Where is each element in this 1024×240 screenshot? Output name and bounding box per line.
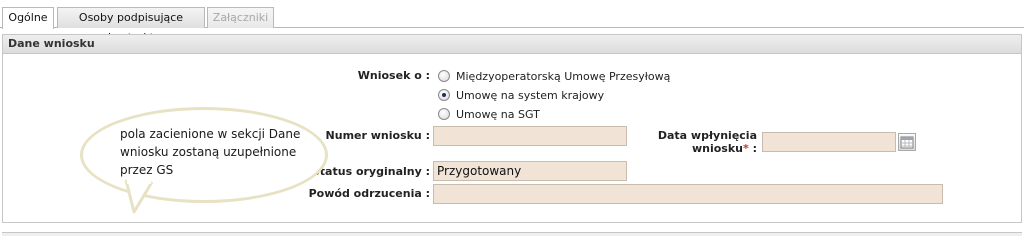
radio-option-sgt[interactable]: Umowę na SGT bbox=[438, 107, 540, 121]
tab-ogolne[interactable]: Ogólne bbox=[2, 7, 54, 29]
powod-odrzucenia-field[interactable] bbox=[433, 184, 943, 204]
data-label-line2-wrap: wniosku* : bbox=[640, 142, 757, 155]
radio-button[interactable] bbox=[438, 70, 450, 82]
radio-option-system-krajowy[interactable]: Umowę na system krajowy bbox=[438, 88, 604, 102]
status-oryginalny-field: Przygotowany bbox=[433, 161, 627, 181]
tab-zalaczniki: Załączniki bbox=[207, 7, 274, 28]
data-wplyniecia-label: Data wpłynięcia wniosku* : bbox=[640, 129, 757, 155]
radio-option-miedzyoperatorska[interactable]: Międzyoperatorską Umowę Przesyłową bbox=[438, 69, 670, 83]
calendar-icon bbox=[900, 136, 914, 149]
radio-button-checked[interactable] bbox=[438, 89, 450, 101]
data-wplyniecia-field[interactable] bbox=[762, 132, 896, 152]
radio-label: Umowę na system krajowy bbox=[456, 88, 605, 102]
radio-button[interactable] bbox=[438, 108, 450, 120]
wniosek-label: Wniosek o : bbox=[357, 69, 430, 82]
callout-text: pola zacienione w sekcji Dane wniosku zo… bbox=[120, 127, 301, 177]
callout-tail bbox=[124, 180, 154, 214]
powod-odrzucenia-label: Powód odrzucenia : bbox=[308, 187, 430, 200]
data-label-suffix: : bbox=[748, 142, 757, 155]
tab-osoby-podpisujace[interactable]: Osoby podpisujące kontrakt bbox=[57, 7, 205, 44]
radio-label: Umowę na SGT bbox=[456, 107, 540, 121]
bottom-rule bbox=[2, 232, 1022, 236]
data-label-line1: Data wpłynięcia bbox=[657, 129, 757, 142]
tab-bar: Ogólne Osoby podpisujące kontrakt Załącz… bbox=[0, 0, 1024, 44]
numer-wniosku-field[interactable] bbox=[433, 126, 627, 146]
radio-label: Międzyoperatorską Umowę Przesyłową bbox=[456, 69, 671, 83]
data-label-line2: wniosku bbox=[691, 142, 743, 155]
panel-title: Dane wniosku bbox=[3, 35, 1021, 54]
calendar-button[interactable] bbox=[898, 133, 916, 151]
